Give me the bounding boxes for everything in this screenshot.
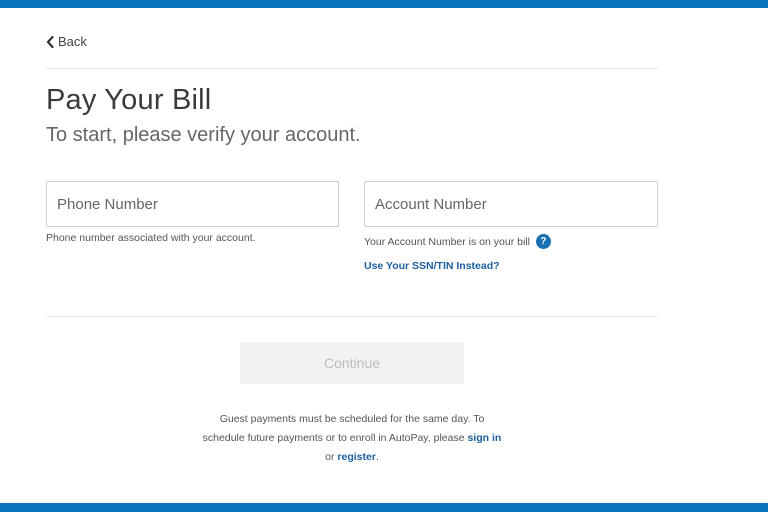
- top-accent-bar: [0, 0, 768, 8]
- guest-payment-notice: Guest payments must be scheduled for the…: [200, 410, 504, 467]
- notice-text: Guest payments must be scheduled for the…: [202, 413, 485, 444]
- back-link[interactable]: Back: [46, 34, 87, 49]
- question-circle-icon[interactable]: ?: [535, 234, 551, 249]
- chevron-left-icon: [46, 35, 54, 48]
- divider-top: [46, 68, 658, 69]
- register-link[interactable]: register: [337, 451, 376, 463]
- sign-in-link[interactable]: sign in: [467, 432, 501, 444]
- account-number-input[interactable]: [364, 181, 658, 227]
- phone-number-input[interactable]: [46, 181, 339, 227]
- use-ssn-tin-link[interactable]: Use Your SSN/TIN Instead?: [364, 260, 500, 272]
- account-helper-text: Your Account Number is on your bill: [364, 235, 530, 248]
- notice-period: .: [375, 451, 379, 463]
- notice-or-text: or: [325, 451, 338, 463]
- account-helper: Your Account Number is on your bill ?: [364, 234, 551, 249]
- phone-helper-text: Phone number associated with your accoun…: [46, 232, 256, 244]
- back-label: Back: [58, 34, 87, 49]
- page-title: Pay Your Bill: [46, 84, 212, 116]
- divider-middle: [46, 316, 658, 317]
- page-subtitle: To start, please verify your account.: [46, 124, 361, 146]
- continue-button[interactable]: Continue: [240, 342, 464, 384]
- bottom-accent-bar: [0, 503, 768, 512]
